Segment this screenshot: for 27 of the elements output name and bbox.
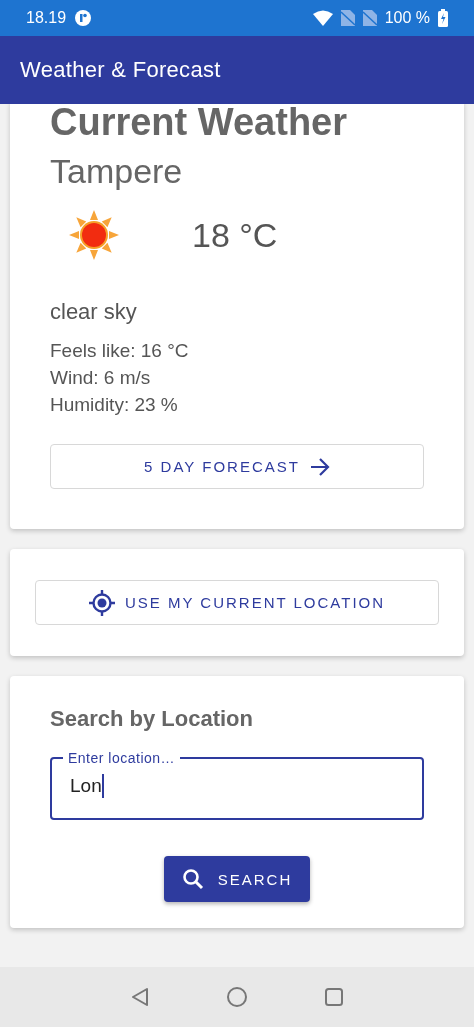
weather-detail: Feels like: 16 °C (50, 339, 190, 363)
search-icon (181, 868, 204, 890)
home-icon[interactable] (226, 986, 248, 1008)
arrow-right-icon (309, 457, 330, 476)
recents-icon[interactable] (324, 987, 344, 1007)
temperature: 18 °C (192, 215, 278, 255)
battery-percent: 100 % (384, 9, 430, 27)
sun-icon (68, 209, 120, 261)
use-location-button[interactable]: USE MY CURRENT LOCATION (35, 580, 439, 625)
wifi-icon (312, 10, 333, 26)
weather-detail: Humidity: 23 % (50, 393, 179, 417)
no-sim-icon (340, 10, 355, 26)
back-icon[interactable] (130, 987, 150, 1007)
forecast-button[interactable]: 5 DAY FORECAST (50, 444, 424, 489)
no-sim-icon (362, 10, 377, 26)
city-name: Tampere (50, 152, 184, 191)
notification-icon (74, 9, 93, 27)
location-input-field[interactable]: Enter location… Lon (50, 750, 424, 820)
status-time: 18.19 (26, 9, 67, 27)
search-button[interactable]: SEARCH (164, 856, 310, 902)
weather-description: clear sky (50, 299, 138, 325)
location-target-icon (88, 589, 115, 616)
card-heading: Current Weather (50, 104, 349, 144)
weather-detail: Wind: 6 m/s (50, 366, 152, 390)
app-title: Weather & Forecast (20, 57, 221, 83)
search-heading: Search by Location (50, 706, 254, 732)
battery-charging-icon (438, 9, 448, 27)
